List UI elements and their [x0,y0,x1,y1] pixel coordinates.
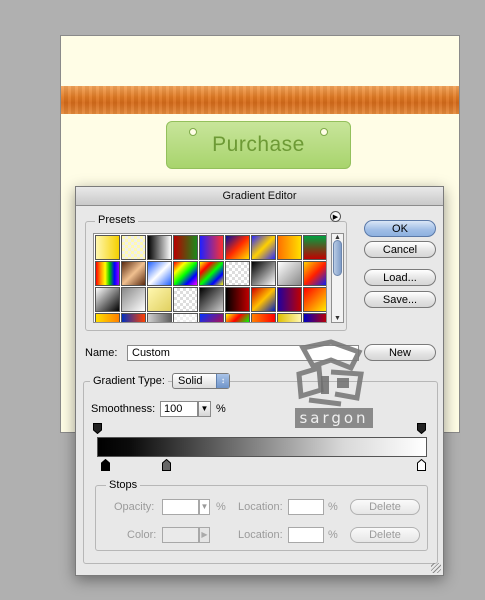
gradient-preview-bar[interactable] [97,437,427,457]
dialog-title: Gradient Editor [222,190,297,202]
load-button[interactable]: Load... [364,269,436,286]
smoothness-unit: % [216,403,226,415]
new-button[interactable]: New [364,344,436,361]
opacity-label: Opacity: [114,501,155,513]
presets-menu-icon[interactable]: ▶ [330,211,341,222]
gradient-preset-swatch[interactable] [173,235,198,260]
opacity-location-percent: % [328,501,338,513]
tag-hole [320,128,328,136]
select-arrows-icon: ↕ [216,374,229,388]
dialog-titlebar[interactable]: Gradient Editor [76,187,443,206]
gradient-preset-swatch[interactable] [95,235,120,260]
scroll-thumb[interactable] [333,240,342,276]
cancel-button[interactable]: Cancel [364,241,436,258]
opacity-stop-right[interactable] [417,423,426,434]
opacity-input[interactable] [162,499,199,515]
gradient-preset-swatch[interactable] [277,235,302,260]
gradient-preset-swatch[interactable] [199,235,224,260]
gradient-type-value: Solid [178,375,203,387]
color-location-label: Location: [238,529,283,541]
color-menu-icon[interactable]: ▶ [199,527,210,543]
scroll-down-icon[interactable]: ▼ [334,315,341,322]
gradient-preset-swatch[interactable] [121,261,146,286]
save-button[interactable]: Save... [364,291,436,308]
color-location-input[interactable] [288,527,324,543]
presets-scrollbar[interactable]: ▲ ▼ [331,233,344,323]
gradient-preset-swatch[interactable] [147,261,172,286]
purchase-button-graphic: Purchase [166,121,351,169]
opacity-location-input[interactable] [288,499,324,515]
gradient-preset-swatch[interactable] [251,261,276,286]
color-stop-white[interactable] [417,459,426,471]
gradient-editor-dialog: Gradient Editor Presets ▶ ▲ ▼ OK Cancel … [75,186,444,576]
gradient-preset-swatch[interactable] [277,287,302,312]
wood-banner [61,86,459,114]
opacity-location-label: Location: [238,501,283,513]
smoothness-dropdown-icon[interactable]: ▼ [198,401,211,417]
gradient-preset-swatch[interactable] [173,261,198,286]
gradient-preset-swatch[interactable] [303,261,326,286]
gradient-type-label: Gradient Type: [90,375,168,387]
gradient-preset-swatch[interactable] [199,261,224,286]
gradient-preset-swatch[interactable] [147,287,172,312]
gradient-preset-swatch[interactable] [95,287,120,312]
gradient-preset-swatch[interactable] [95,313,120,322]
smoothness-label: Smoothness: [91,403,156,415]
gradient-preset-swatch[interactable] [251,313,276,322]
gradient-preset-swatch[interactable] [199,313,224,322]
gradient-preset-swatch[interactable] [225,261,250,286]
gradient-preset-swatch[interactable] [303,235,326,260]
resize-grip-icon[interactable] [431,563,441,573]
gradient-preset-swatch[interactable] [95,261,120,286]
color-stop-black[interactable] [101,459,110,471]
purchase-label: Purchase [212,133,305,156]
gradient-preset-swatch[interactable] [121,235,146,260]
opacity-delete-button[interactable]: Delete [350,499,420,515]
presets-label: Presets [95,214,139,226]
gradient-preset-swatch[interactable] [251,287,276,312]
gradient-preset-swatch[interactable] [199,287,224,312]
gradient-preset-swatch[interactable] [303,287,326,312]
smoothness-input[interactable]: 100 [160,401,198,417]
stops-label: Stops [106,479,141,491]
gradient-preset-swatch[interactable] [121,287,146,312]
tag-hole [189,128,197,136]
gradient-preset-swatch[interactable] [277,261,302,286]
gradient-preset-swatch[interactable] [147,235,172,260]
gradient-type-select[interactable]: Solid ↕ [172,373,230,389]
ok-button[interactable]: OK [364,220,436,237]
opacity-stop-left[interactable] [93,423,102,434]
gradient-preset-swatch[interactable] [147,313,172,322]
gradient-preset-swatch[interactable] [225,287,250,312]
color-swatch[interactable] [162,527,199,543]
color-stop-dark[interactable] [162,459,171,471]
preset-swatches[interactable] [93,233,327,323]
color-delete-button[interactable]: Delete [350,527,420,543]
opacity-percent: % [216,501,226,513]
gradient-preset-swatch[interactable] [303,313,326,322]
gradient-preset-swatch[interactable] [277,313,302,322]
gradient-preset-swatch[interactable] [121,313,146,322]
name-label: Name: [85,347,118,359]
opacity-dropdown-icon[interactable]: ▼ [199,499,210,515]
color-label: Color: [127,529,157,541]
gradient-preset-swatch[interactable] [225,313,250,322]
gradient-preset-swatch[interactable] [173,313,198,322]
gradient-preset-swatch[interactable] [225,235,250,260]
gradient-preset-swatch[interactable] [251,235,276,260]
watermark-text: sargon [295,408,373,428]
gradient-preset-swatch[interactable] [173,287,198,312]
color-location-percent: % [328,529,338,541]
